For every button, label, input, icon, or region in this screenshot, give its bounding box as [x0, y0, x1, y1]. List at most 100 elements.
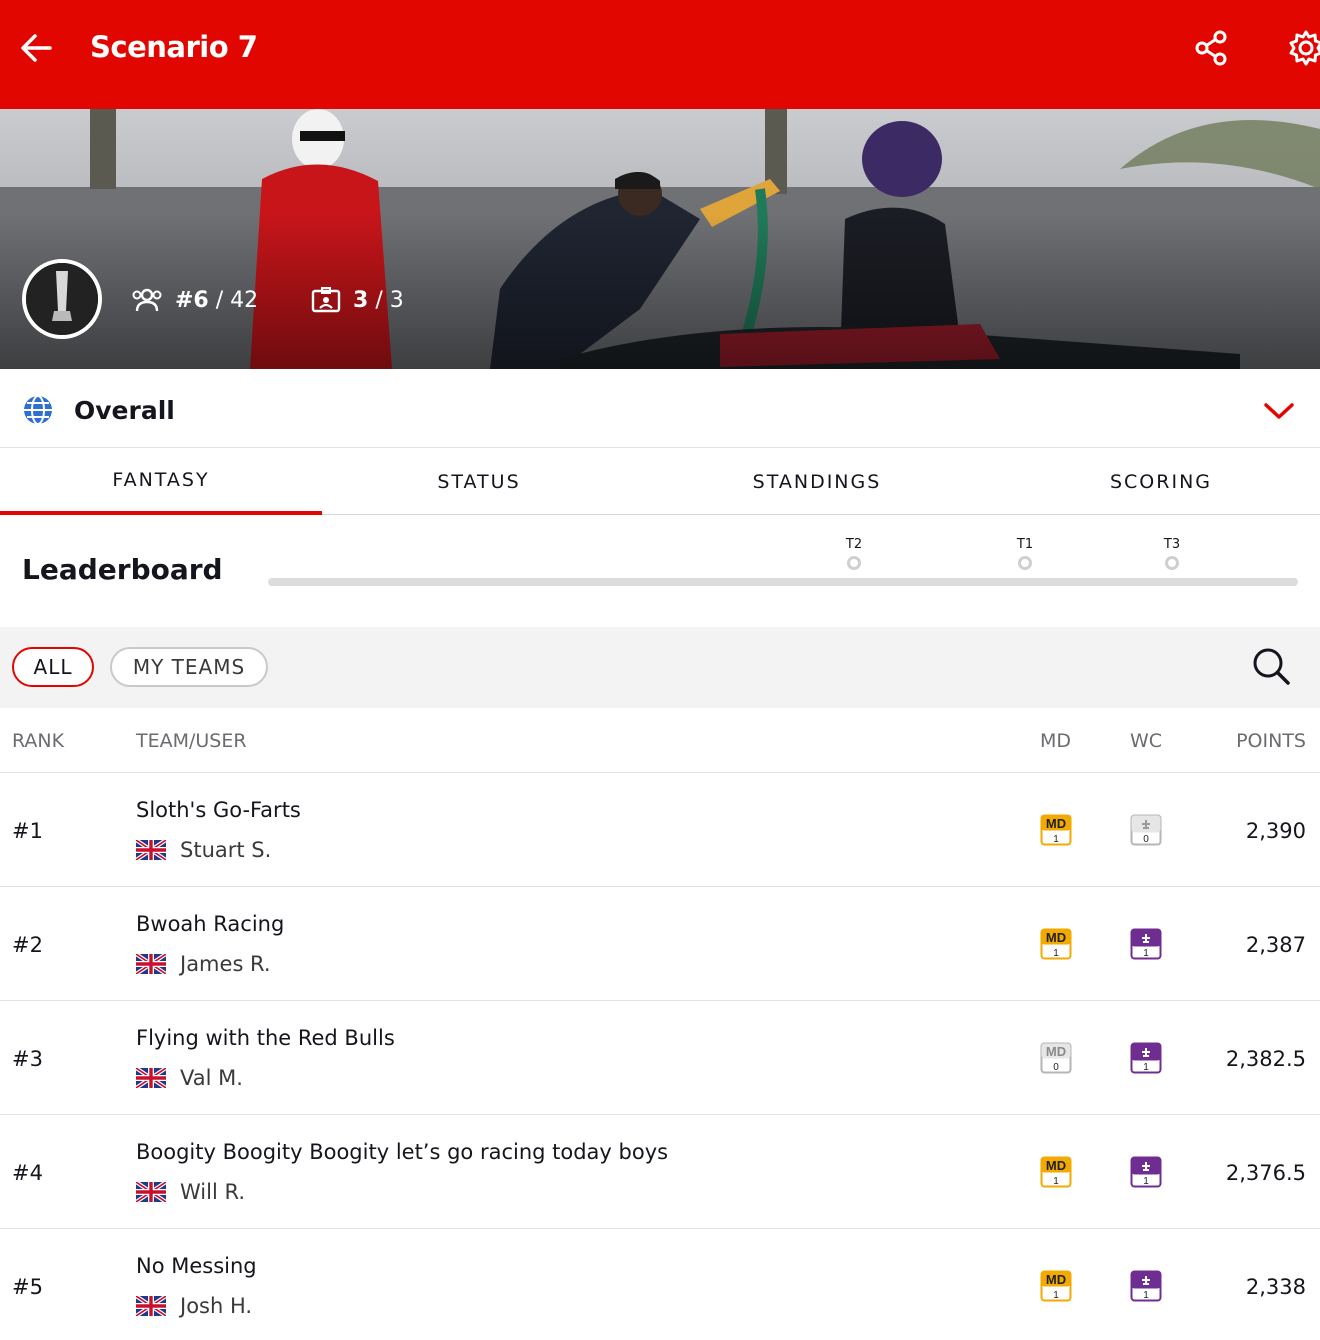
svg-text:1: 1: [1143, 1290, 1149, 1301]
row-user: Val M.: [136, 1066, 243, 1090]
wildcard-chip-icon: 1: [1130, 1042, 1162, 1074]
svg-text:0: 0: [1053, 1062, 1059, 1073]
row-username: Val M.: [180, 1066, 243, 1090]
table-row[interactable]: #3 Flying with the Red Bulls Val M. MD 0…: [0, 1001, 1320, 1115]
row-rank: #4: [12, 1161, 43, 1185]
mega-driver-chip-icon: MD 1: [1040, 1270, 1072, 1302]
tab-status[interactable]: STATUS: [322, 448, 636, 515]
svg-text:1: 1: [1143, 1062, 1149, 1073]
mega-driver-chip-icon: MD 1: [1040, 928, 1072, 960]
uk-flag-icon: [136, 1296, 166, 1316]
settings-button[interactable]: [1286, 28, 1320, 68]
svg-text:1: 1: [1053, 1290, 1059, 1301]
svg-text:MD: MD: [1046, 1272, 1066, 1287]
chevron-down-icon[interactable]: [1262, 401, 1296, 421]
marker-label: T1: [1016, 537, 1034, 552]
marker-label: T2: [845, 537, 863, 552]
table-row[interactable]: #5 No Messing Josh H. MD 1 1 2,338: [0, 1229, 1320, 1340]
row-points: 2,390: [1245, 819, 1306, 843]
teams-current: 3: [353, 287, 369, 313]
table-row[interactable]: #1 Sloth's Go-Farts Stuart S. MD 1 0 2,3…: [0, 773, 1320, 887]
svg-text:1: 1: [1143, 948, 1149, 959]
rank-current: #6: [175, 287, 209, 313]
filter-all-button[interactable]: ALL: [12, 647, 94, 687]
uk-flag-icon: [136, 954, 166, 974]
header-md: MD: [1040, 730, 1072, 752]
svg-text:MD: MD: [1046, 816, 1066, 831]
row-username: Will R.: [180, 1180, 245, 1204]
svg-text:1: 1: [1053, 948, 1059, 959]
rank-total: 42: [230, 287, 259, 313]
marker-label: T3: [1163, 537, 1181, 552]
table-row[interactable]: #2 Bwoah Racing James R. MD 1 1 2,387: [0, 887, 1320, 1001]
globe-icon: [24, 395, 52, 425]
league-trophy-avatar: [22, 259, 102, 339]
tab-bar: FANTASY STATUS STANDINGS SCORING: [0, 448, 1320, 515]
filter-my-teams-button[interactable]: MY TEAMS: [110, 647, 268, 687]
uk-flag-icon: [136, 840, 166, 860]
row-username: Josh H.: [180, 1294, 253, 1318]
mega-driver-chip-icon: MD 1: [1040, 814, 1072, 846]
marker-dot: [847, 556, 861, 570]
team-timeline-track: [268, 578, 1298, 586]
row-rank: #5: [12, 1275, 43, 1299]
page-title: Scenario 7: [90, 30, 258, 64]
filter-bar: ALL MY TEAMS: [0, 627, 1320, 708]
wildcard-chip-icon: 1: [1130, 928, 1162, 960]
users-icon: [132, 288, 162, 312]
svg-text:0: 0: [1143, 834, 1149, 845]
marker-dot: [1165, 556, 1179, 570]
league-name: Overall: [74, 396, 175, 425]
row-team-name: Sloth's Go-Farts: [136, 798, 301, 822]
row-points: 2,387: [1245, 933, 1306, 957]
tab-scoring[interactable]: SCORING: [998, 448, 1320, 515]
trophy-icon: [26, 263, 98, 335]
marker-dot: [1018, 556, 1032, 570]
rank-stat: #6 / 42: [131, 287, 258, 313]
share-button[interactable]: [1192, 28, 1232, 68]
wildcard-chip-icon: 1: [1130, 1156, 1162, 1188]
top-bar: Scenario 7: [0, 0, 1320, 109]
row-username: James R.: [180, 952, 271, 976]
header-wc: WC: [1130, 730, 1163, 752]
arrow-left-icon: [21, 34, 52, 62]
id-card-icon: [311, 287, 341, 313]
mega-driver-chip-icon: MD 0: [1040, 1042, 1072, 1074]
header-points[interactable]: POINTS: [1236, 730, 1306, 752]
share-icon: [1195, 30, 1227, 66]
svg-text:MD: MD: [1046, 1044, 1066, 1059]
table-header: RANK TEAM/USER MD WC POINTS: [0, 708, 1320, 773]
teams-stat: 3 / 3: [311, 287, 404, 313]
gear-icon: [1289, 30, 1320, 66]
search-button[interactable]: [1250, 645, 1292, 687]
header-team-user: TEAM/USER: [136, 730, 247, 752]
league-selector[interactable]: Overall: [0, 369, 1320, 448]
uk-flag-icon: [136, 1068, 166, 1088]
leaderboard-title: Leaderboard: [22, 553, 223, 586]
svg-text:MD: MD: [1046, 930, 1066, 945]
table-row[interactable]: #4 Boogity Boogity Boogity let’s go raci…: [0, 1115, 1320, 1229]
timeline-marker-t3[interactable]: T3: [1152, 537, 1192, 570]
row-rank: #3: [12, 1047, 43, 1071]
svg-text:1: 1: [1053, 1176, 1059, 1187]
row-user: James R.: [136, 952, 271, 976]
header-rank: RANK: [12, 730, 65, 752]
tab-fantasy[interactable]: FANTASY: [0, 448, 322, 515]
row-username: Stuart S.: [180, 838, 272, 862]
row-team-name: Bwoah Racing: [136, 912, 285, 936]
timeline-marker-t1[interactable]: T1: [1005, 537, 1045, 570]
wildcard-chip-icon: 0: [1130, 814, 1162, 846]
row-team-name: No Messing: [136, 1254, 257, 1278]
timeline-marker-t2[interactable]: T2: [834, 537, 874, 570]
row-points: 2,338: [1245, 1275, 1306, 1299]
row-rank: #2: [12, 933, 43, 957]
svg-text:1: 1: [1143, 1176, 1149, 1187]
teams-sep: /: [375, 287, 383, 313]
wildcard-chip-icon: 1: [1130, 1270, 1162, 1302]
hero-banner: #6 / 42 3 / 3: [0, 109, 1320, 369]
tab-standings[interactable]: STANDINGS: [636, 448, 998, 515]
row-team-name: Flying with the Red Bulls: [136, 1026, 395, 1050]
row-rank: #1: [12, 819, 43, 843]
row-user: Josh H.: [136, 1294, 252, 1318]
back-button[interactable]: [16, 28, 56, 68]
